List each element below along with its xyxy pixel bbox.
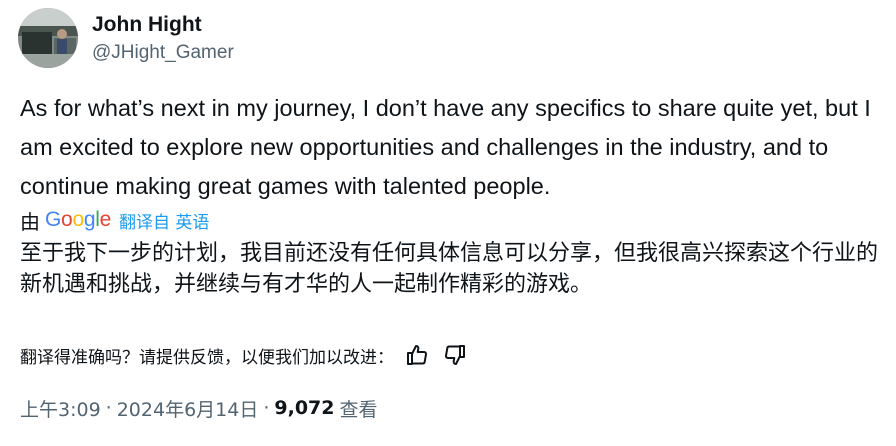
meta-separator: · [105,397,112,419]
feedback-question: 翻译得准确吗？请提供反馈，以便我们加以改进： [20,347,394,368]
thumbs-up-icon[interactable] [402,340,432,370]
tweet-text: As for what’s next in my journey, I don’… [20,95,871,199]
avatar[interactable] [18,8,78,68]
tweet-time[interactable]: 上午3:09 [20,395,101,422]
meta-separator: · [263,397,270,419]
translated-text: 至于我下一步的计划，我目前还没有任何具体信息可以分享，但我很高兴探索这个行业的新… [20,241,879,297]
author-names: John Hight @JHight_Gamer [92,12,234,66]
translation-attribution: 由 Google 翻译自 英语 [20,205,209,235]
author-handle[interactable]: @JHight_Gamer [92,40,234,66]
translated-by-label: 由 [20,209,40,234]
views-count[interactable]: 9,072 [274,397,334,419]
google-logo-letter: g [83,208,96,231]
avatar-image [18,8,78,68]
google-logo-letter: o [61,208,73,231]
views-label: 查看 [339,398,378,421]
tweet-date[interactable]: 2024年6月14日 [117,395,259,422]
google-logo-letter: o [72,208,84,231]
translated-from-link[interactable]: 翻译自 英语 [119,208,209,233]
google-logo-letter: e [99,208,112,231]
thumbs-down-icon[interactable] [440,340,470,370]
tweet-meta: 上午3:09 · 2024年6月14日 · 9,072 查看 [20,393,378,423]
tweet-header: John Hight @JHight_Gamer [18,8,234,68]
google-logo-letter: G [45,208,62,231]
tweet-card: John Hight @JHight_Gamer As for what’s n… [0,0,896,446]
author-display-name[interactable]: John Hight [92,12,234,38]
google-logo[interactable]: Google [45,208,111,232]
translation-feedback: 翻译得准确吗？请提供反馈，以便我们加以改进： [20,338,470,372]
